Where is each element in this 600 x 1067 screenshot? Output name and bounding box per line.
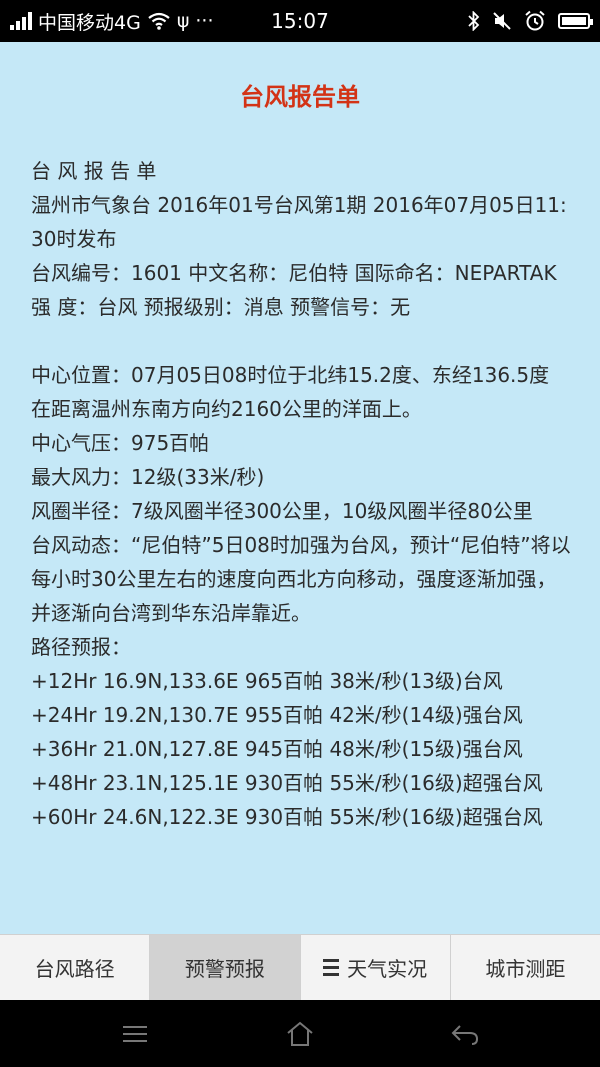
tab-weather-live[interactable]: 天气实况 bbox=[301, 935, 451, 1000]
report-line: 中心气压：975百帕 bbox=[31, 431, 210, 455]
mute-icon bbox=[493, 12, 511, 30]
report-line: 台 风 报 告 单 bbox=[31, 159, 157, 183]
screen: 中国移动4G ψ ··· 15:07 台风报告单 台 风 报 告 单 温州市气象… bbox=[0, 0, 600, 1067]
tab-city-distance[interactable]: 城市测距 bbox=[451, 935, 600, 1000]
report-line: 温州市气象台 2016年01号台风第1期 2016年07月05日11:30时发布 bbox=[31, 193, 567, 251]
status-bar: 中国移动4G ψ ··· 15:07 bbox=[0, 0, 600, 42]
tab-typhoon-path[interactable]: 台风路径 bbox=[0, 935, 151, 1000]
bluetooth-icon bbox=[468, 11, 480, 31]
back-button[interactable] bbox=[445, 1018, 485, 1050]
status-extra: ψ ··· bbox=[176, 10, 214, 32]
home-icon bbox=[287, 1021, 313, 1046]
battery-icon bbox=[558, 13, 593, 29]
report-line: 最大风力：12级(33米/秒) bbox=[31, 465, 265, 489]
report-line: +12Hr 16.9N,133.6E 965百帕 38米/秒(13级)台风 bbox=[31, 669, 503, 693]
report-line bbox=[31, 324, 576, 358]
report-line: +24Hr 19.2N,130.7E 955百帕 42米/秒(14级)强台风 bbox=[31, 703, 523, 727]
tab-label: 预警预报 bbox=[184, 957, 265, 981]
report-line: +48Hr 23.1N,125.1E 930百帕 55米/秒(16级)超强台风 bbox=[31, 771, 543, 795]
report-line: 台风编号：1601 中文名称：尼伯特 国际命名：NEPARTAK bbox=[31, 261, 557, 285]
report-line: +60Hr 24.6N,122.3E 930百帕 55米/秒(16级)超强台风 bbox=[31, 805, 543, 829]
report-line: 强 度：台风 预报级别：消息 预警信号：无 bbox=[31, 295, 411, 319]
signal-icon bbox=[10, 12, 32, 30]
bottom-tab-bar: 台风路径 预警预报 天气实况 城市测距 bbox=[0, 934, 600, 1000]
home-button[interactable] bbox=[280, 1018, 320, 1050]
alarm-icon bbox=[525, 10, 545, 31]
wifi-icon bbox=[148, 12, 170, 30]
status-left: 中国移动4G ψ ··· bbox=[10, 8, 214, 35]
status-right bbox=[468, 10, 593, 32]
tab-label: 城市测距 bbox=[485, 957, 566, 981]
report-line: 中心位置：07月05日08时位于北纬15.2度、东经136.5度 bbox=[31, 363, 550, 387]
report-line: 路径预报： bbox=[31, 635, 131, 659]
menu-icon bbox=[123, 1026, 147, 1042]
report-line: 风圈半径：7级风圈半径300公里，10级风圈半径80公里 bbox=[31, 499, 533, 523]
navigation-bar bbox=[0, 1000, 600, 1067]
tab-warning-forecast[interactable]: 预警预报 bbox=[150, 935, 301, 1000]
report-line: +36Hr 21.0N,127.8E 945百帕 48米/秒(15级)强台风 bbox=[31, 737, 523, 761]
tab-label: 天气实况 bbox=[347, 957, 428, 981]
page-title: 台风报告单 bbox=[240, 83, 360, 111]
menu-button[interactable] bbox=[115, 1018, 155, 1050]
report-line: 在距离温州东南方向约2160公里的洋面上。 bbox=[31, 397, 422, 421]
content-area[interactable]: 台风报告单 台 风 报 告 单温州市气象台 2016年01号台风第1期 2016… bbox=[0, 42, 600, 934]
tab-label: 台风路径 bbox=[34, 957, 115, 981]
menu-icon bbox=[323, 959, 340, 976]
back-icon bbox=[451, 1025, 479, 1045]
carrier-label: 中国移动4G bbox=[38, 11, 141, 34]
report-line: 台风动态：“尼伯特”5日08时加强为台风，预计“尼伯特”将以每小时30公里左右的… bbox=[31, 533, 571, 625]
report-body: 台 风 报 告 单温州市气象台 2016年01号台风第1期 2016年07月05… bbox=[31, 154, 576, 834]
